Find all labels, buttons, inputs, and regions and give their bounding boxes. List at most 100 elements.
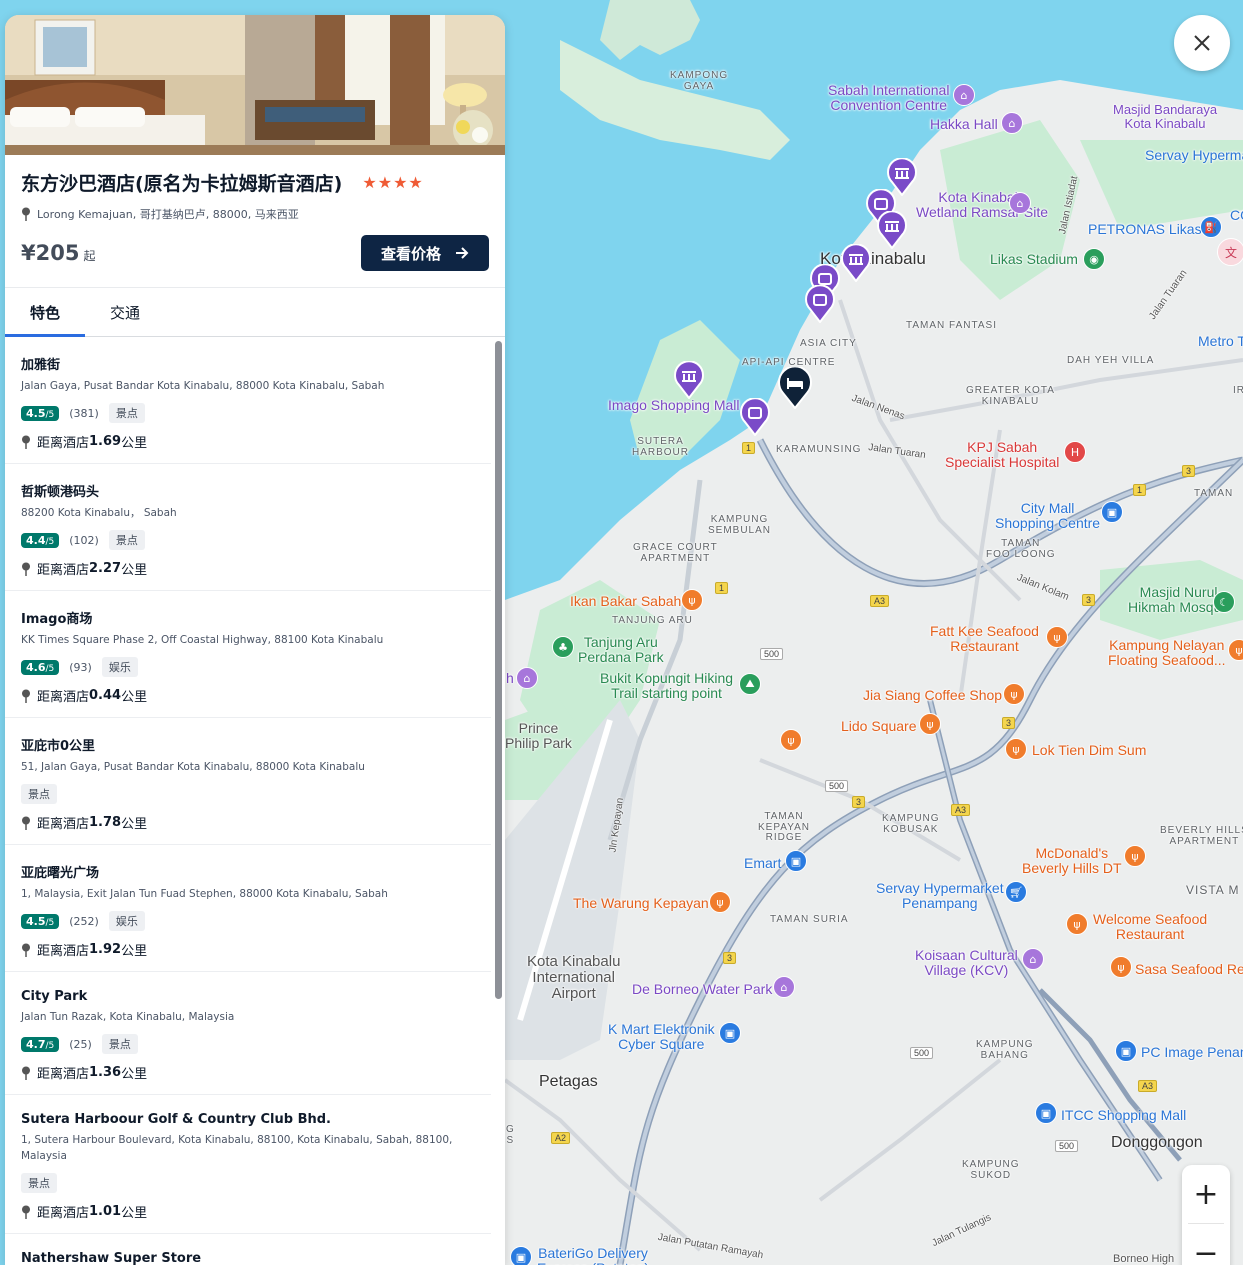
map-label-city-mall[interactable]: City Mall Shopping Centre	[995, 501, 1100, 531]
restaurant-icon[interactable]: ψ	[780, 729, 802, 751]
map-label-bukit-kopungit[interactable]: Bukit Kopungit Hiking Trail starting poi…	[600, 671, 733, 701]
park-tree-icon[interactable]: ♣	[552, 636, 574, 658]
restaurant-icon[interactable]: ψ	[1046, 626, 1068, 648]
place-meta: 景点	[21, 1173, 475, 1193]
list-item[interactable]: 加雅街 Jalan Gaya, Pusat Bandar Kota Kinaba…	[5, 337, 491, 464]
map-label-emart[interactable]: Emart	[744, 856, 781, 871]
scrollbar-thumb[interactable]	[495, 341, 502, 999]
map-label-jia-siang[interactable]: Jia Siang Coffee Shop	[863, 688, 1002, 703]
map-label-tanjung-aru-park[interactable]: Tanjung Aru Perdana Park	[578, 635, 664, 665]
zoom-in-button[interactable]: +	[1182, 1165, 1230, 1223]
map-label-de-borneo[interactable]: De Borneo Water Park	[632, 982, 772, 997]
fuel-icon[interactable]: ⛽	[1200, 216, 1222, 238]
shopping-icon[interactable]: ▣	[1035, 1102, 1057, 1124]
restaurant-icon[interactable]: ψ	[1003, 683, 1025, 705]
culture-icon[interactable]: ⌂	[1001, 112, 1023, 134]
shopping-icon[interactable]: ▣	[1115, 1040, 1137, 1062]
map-label-kampung-nelayan[interactable]: Kampung Nelayan Floating Seafood...	[1108, 638, 1226, 668]
zoom-out-button[interactable]: −	[1182, 1224, 1230, 1265]
attraction-shopping-marker[interactable]	[740, 398, 770, 436]
category-tag: 娱乐	[101, 657, 138, 677]
map-label-hakka-hall[interactable]: Hakka Hall	[930, 117, 998, 132]
shopping-icon[interactable]: ▣	[510, 1246, 532, 1265]
map-label-servay-top[interactable]: Servay Hyperma	[1145, 148, 1243, 163]
list-item[interactable]: 哲斯顿港码头 88200 Kota Kinabalu， Sabah 4.4/5 …	[5, 464, 491, 591]
restaurant-icon[interactable]: ψ	[1005, 738, 1027, 760]
attraction-museum-marker[interactable]	[674, 361, 704, 399]
map-label-sicc[interactable]: Sabah International Convention Centre	[828, 83, 949, 113]
map-label-warung[interactable]: The Warung Kepayan	[573, 896, 709, 911]
nearby-places-list[interactable]: 加雅街 Jalan Gaya, Pusat Bandar Kota Kinaba…	[5, 337, 505, 1265]
map-label-baterigo[interactable]: BateriGo Delivery Express (Putatan)	[537, 1246, 649, 1265]
hotel-bed-marker[interactable]	[778, 367, 812, 409]
restaurant-icon[interactable]: ψ	[1124, 845, 1146, 867]
restaurant-icon[interactable]: ψ	[1066, 913, 1088, 935]
map-label-itcc[interactable]: ITCC Shopping Mall	[1061, 1108, 1186, 1123]
park-icon[interactable]: ⌂	[1009, 192, 1031, 214]
shopping-icon[interactable]: ▣	[785, 850, 807, 872]
road-shield: 3	[1002, 717, 1016, 729]
check-price-button[interactable]: 查看价格	[361, 235, 489, 271]
map-label-kpj[interactable]: KPJ Sabah Specialist Hospital	[945, 440, 1059, 470]
hotel-info-panel: 东方沙巴酒店(原名为卡拉姆斯音酒店) ★★★★ Lorong Kemajuan,…	[5, 15, 505, 1265]
map-label-welcome-seafood[interactable]: Welcome Seafood Restaurant	[1093, 912, 1207, 942]
restaurant-icon[interactable]: ψ	[709, 891, 731, 913]
map-label-lok-tien[interactable]: Lok Tien Dim Sum	[1032, 743, 1146, 758]
cart-icon[interactable]: 🛒︎	[1005, 881, 1027, 903]
category-tag: 景点	[21, 784, 57, 804]
waterpark-icon[interactable]: ⌂	[773, 976, 795, 998]
map-label-pc-image[interactable]: PC Image Penam	[1141, 1045, 1243, 1060]
translate-icon[interactable]: 文	[1217, 238, 1243, 266]
map-label-mcdonalds[interactable]: McDonald's Beverly Hills DT	[1022, 846, 1122, 876]
restaurant-icon[interactable]: ψ	[919, 713, 941, 735]
close-map-button[interactable]	[1174, 15, 1230, 71]
map-label-prince-philip[interactable]: Prince Philip Park	[505, 721, 572, 751]
map-label-beverly-apt: BEVERLY HILLS APARTMENT	[1160, 825, 1243, 847]
map-label-imago[interactable]: Imago Shopping Mall	[608, 398, 740, 413]
restaurant-icon[interactable]: ψ	[681, 589, 703, 611]
attraction-icon[interactable]: ⌂	[516, 667, 538, 689]
map-label-koisaan[interactable]: Koisaan Cultural Village (KCV)	[915, 948, 1018, 978]
distance-value: 1.92	[89, 942, 122, 957]
map-label-likas-stadium[interactable]: Likas Stadium	[990, 252, 1078, 267]
shopping-icon[interactable]: ▣	[719, 1022, 741, 1044]
list-item[interactable]: 亚庇曙光广场 1, Malaysia, Exit Jalan Tun Fuad …	[5, 845, 491, 972]
scrollbar-track[interactable]	[495, 341, 502, 1265]
list-item[interactable]: 亚庇市0公里 51, Jalan Gaya, Pusat Bandar Kota…	[5, 718, 491, 845]
category-tag: 景点	[21, 1173, 57, 1193]
list-item[interactable]: Imago商场 KK Times Square Phase 2, Off Coa…	[5, 591, 491, 718]
museum-icon[interactable]: ⌂	[953, 84, 975, 106]
map-label-kk-airport[interactable]: Kota Kinabalu International Airport	[527, 954, 620, 1001]
map-label-petronas[interactable]: PETRONAS Likas	[1088, 222, 1202, 237]
attraction-shopping-marker[interactable]	[805, 285, 835, 323]
hotel-name[interactable]: 东方沙巴酒店(原名为卡拉姆斯音酒店)	[21, 169, 342, 196]
culture-icon[interactable]: ⌂	[1022, 948, 1044, 970]
shopping-icon[interactable]: ▣	[1101, 501, 1123, 523]
stadium-icon[interactable]: ◉	[1083, 248, 1105, 270]
list-item[interactable]: City Park Jalan Tun Razak, Kota Kinabalu…	[5, 972, 491, 1095]
place-address: KK Times Square Phase 2, Off Coastal Hig…	[21, 634, 384, 646]
attraction-museum-marker[interactable]	[877, 211, 907, 249]
map-label-taman-suria: TAMAN SURIA	[770, 914, 849, 925]
map-label-kmart[interactable]: K Mart Elektronik Cyber Square	[608, 1022, 715, 1052]
mosque-icon[interactable]: ☾	[1213, 591, 1235, 613]
hospital-icon[interactable]: H	[1064, 441, 1086, 463]
map-label-servay-penampang[interactable]: Servay Hypermarket Penampang	[876, 881, 1004, 911]
map-label-ikan-bakar[interactable]: Ikan Bakar Sabah	[570, 594, 681, 609]
map-label-masjid-bandaraya[interactable]: Masjid Bandaraya Kota Kinabalu	[1113, 103, 1217, 130]
map-label-lido-square[interactable]: Lido Square	[841, 719, 917, 734]
restaurant-icon[interactable]: ψ	[1110, 956, 1132, 978]
map-label-fatt-kee[interactable]: Fatt Kee Seafood Restaurant	[930, 624, 1039, 654]
hotel-star-rating: ★★★★	[362, 173, 424, 192]
attraction-museum-marker[interactable]	[841, 244, 871, 282]
tab-transport[interactable]: 交通	[85, 288, 165, 336]
tab-features[interactable]: 特色	[5, 288, 85, 337]
list-item[interactable]: Nathershaw Super Store	[5, 1234, 491, 1265]
hiking-icon[interactable]: ⛰	[739, 673, 761, 695]
map-label-sasa[interactable]: Sasa Seafood Res	[1135, 962, 1243, 977]
road-shield: A3	[951, 804, 971, 816]
list-item[interactable]: Sutera Harboour Golf & Country Club Bhd.…	[5, 1095, 491, 1234]
location-pin-icon	[22, 1205, 30, 1219]
restaurant-icon[interactable]: ψ	[1228, 639, 1243, 661]
map-label-taman-fantasi: TAMAN FANTASI	[906, 320, 997, 331]
